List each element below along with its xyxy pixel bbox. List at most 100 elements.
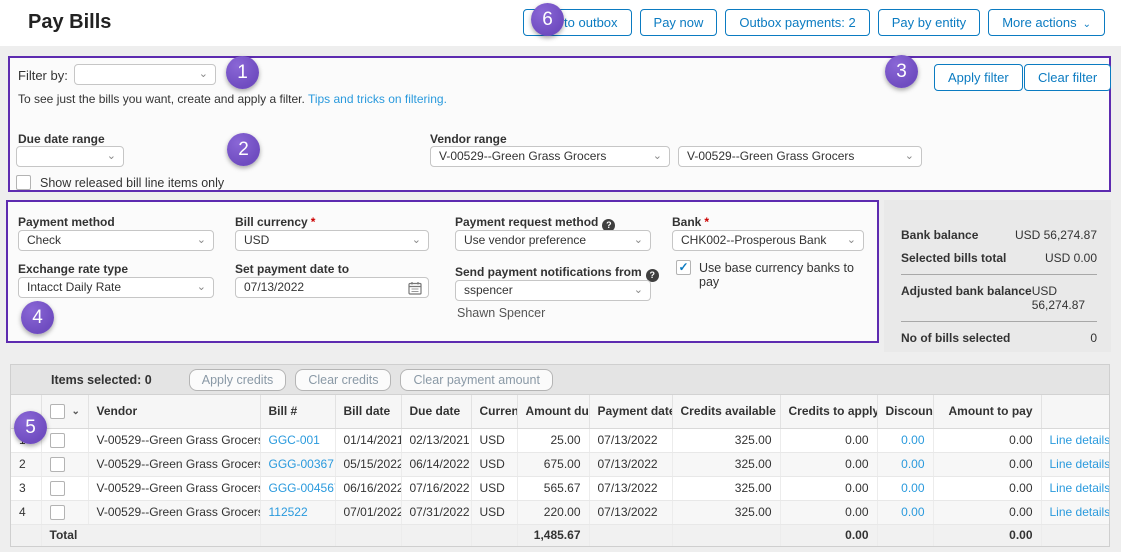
discounts-cell: 0.00 <box>877 476 933 500</box>
credits-to-apply-cell[interactable]: 0.00 <box>780 428 877 452</box>
bills-selected-value: 0 <box>1090 331 1097 345</box>
credits-to-apply-cell[interactable]: 0.00 <box>780 500 877 524</box>
bank-balance-label: Bank balance <box>901 228 978 242</box>
bill-currency-value: USD <box>244 233 269 247</box>
show-released-label: Show released bill line items only <box>40 176 224 190</box>
chevron-down-icon: ⌄ <box>199 65 208 84</box>
currency-header: Currency <box>471 395 517 428</box>
vendor-range-to-value: V-00529--Green Grass Grocers <box>687 149 854 163</box>
payment-method-select[interactable]: Check⌄ <box>18 230 214 251</box>
exchange-rate-type-select[interactable]: Intacct Daily Rate⌄ <box>18 277 214 298</box>
bill-number-header: Bill # <box>260 395 335 428</box>
bill-number-link[interactable]: GGG-0045678 <box>269 481 336 495</box>
vendor-cell: V-00529--Green Grass Grocers <box>88 500 260 524</box>
filter-by-label: Filter by: <box>18 68 68 83</box>
clear-payment-amount-button[interactable]: Clear payment amount <box>400 369 552 391</box>
outbox-payments-button[interactable]: Outbox payments: 2 <box>725 9 869 36</box>
payment-request-label-text: Payment request method <box>455 215 598 229</box>
total-label: Total <box>41 524 260 546</box>
line-details-cell: Line details <box>1041 500 1109 524</box>
discounts-link[interactable]: 0.00 <box>901 505 924 519</box>
pay-now-button[interactable]: Pay now <box>640 9 718 36</box>
payment-request-value: Use vendor preference <box>464 233 586 247</box>
chevron-down-icon: ⌄ <box>634 231 643 250</box>
amount-to-pay-cell[interactable]: 0.00 <box>933 500 1041 524</box>
select-all-header: ⌄ <box>41 395 88 428</box>
discounts-cell: 0.00 <box>877 452 933 476</box>
chevron-down-icon[interactable]: ⌄ <box>72 406 80 417</box>
send-notifications-select[interactable]: sspencer⌄ <box>455 280 651 301</box>
page-title: Pay Bills <box>28 11 111 34</box>
vendor-range-from-select[interactable]: V-00529--Green Grass Grocers⌄ <box>430 146 670 167</box>
apply-filter-button[interactable]: Apply filter <box>934 64 1023 91</box>
vendor-range-to-select[interactable]: V-00529--Green Grass Grocers⌄ <box>678 146 922 167</box>
pay-by-entity-button[interactable]: Pay by entity <box>878 9 980 36</box>
clear-credits-button[interactable]: Clear credits <box>295 369 391 391</box>
due-date-header: Due date <box>401 395 471 428</box>
line-details-link[interactable]: Line details <box>1050 457 1110 471</box>
line-details-link[interactable]: Line details <box>1050 433 1110 447</box>
payment-method-value: Check <box>27 233 61 247</box>
bank-select[interactable]: CHK002--Prosperous Bank⌄ <box>672 230 864 251</box>
notifications-user-fullname: Shawn Spencer <box>457 306 545 320</box>
bill-date-header: Bill date <box>335 395 401 428</box>
vendor-header: Vendor <box>88 395 260 428</box>
bills-selected-row: No of bills selected 0 <box>901 331 1097 345</box>
amount-due-header: Amount due <box>517 395 589 428</box>
bills-table: ⌄ Vendor Bill # Bill date Due date Curre… <box>11 395 1109 546</box>
bill-number-link[interactable]: 112522 <box>269 505 308 519</box>
bill-number-cell: GGG-00367 <box>260 452 335 476</box>
show-released-checkbox[interactable] <box>16 175 31 190</box>
callout-4: 4 <box>21 301 54 334</box>
discounts-header: Discounts <box>877 395 933 428</box>
row-select-cell <box>41 476 88 500</box>
credits-to-apply-cell[interactable]: 0.00 <box>780 452 877 476</box>
selected-bills-total-row: Selected bills total USD 0.00 <box>901 251 1097 265</box>
vendor-cell: V-00529--Green Grass Grocers <box>88 452 260 476</box>
select-all-checkbox[interactable] <box>50 404 65 419</box>
due-date-range-select[interactable]: ⌄ <box>16 146 124 167</box>
discounts-cell: 0.00 <box>877 428 933 452</box>
row-checkbox[interactable] <box>50 505 65 520</box>
clear-filter-button[interactable]: Clear filter <box>1024 64 1111 91</box>
discounts-link[interactable]: 0.00 <box>901 433 924 447</box>
bill-currency-select[interactable]: USD⌄ <box>235 230 429 251</box>
calendar-icon[interactable] <box>408 281 422 295</box>
divider <box>901 321 1097 322</box>
row-checkbox[interactable] <box>50 457 65 472</box>
discounts-link[interactable]: 0.00 <box>901 457 924 471</box>
adjusted-bank-balance-label: Adjusted bank balance <box>901 284 1032 298</box>
currency-cell: USD <box>471 476 517 500</box>
bank-balance-panel: Bank balance USD 56,274.87 Selected bill… <box>884 200 1111 352</box>
row-checkbox[interactable] <box>50 481 65 496</box>
filter-tips-link[interactable]: Tips and tricks on filtering. <box>308 92 447 106</box>
bill-number-cell: 112522 <box>260 500 335 524</box>
apply-credits-button[interactable]: Apply credits <box>189 369 287 391</box>
exchange-rate-type-label: Exchange rate type <box>18 262 128 276</box>
filter-by-select[interactable]: ⌄ <box>74 64 216 85</box>
amount-to-pay-cell[interactable]: 0.00 <box>933 428 1041 452</box>
bill-number-cell: GGG-0045678 <box>260 476 335 500</box>
amount-to-pay-cell[interactable]: 0.00 <box>933 476 1041 500</box>
required-asterisk: * <box>311 215 316 229</box>
use-base-currency-checkbox[interactable]: ✓ <box>676 260 691 275</box>
currency-cell: USD <box>471 500 517 524</box>
line-details-link[interactable]: Line details <box>1050 505 1110 519</box>
table-header-row: ⌄ Vendor Bill # Bill date Due date Curre… <box>11 395 1109 428</box>
payment-request-method-select[interactable]: Use vendor preference ⌄ <box>455 230 651 251</box>
line-details-cell: Line details <box>1041 476 1109 500</box>
more-actions-button[interactable]: More actions⌄ <box>988 9 1105 36</box>
due-date-cell: 02/13/2021 <box>401 428 471 452</box>
callout-3: 3 <box>885 55 918 88</box>
credits-to-apply-cell[interactable]: 0.00 <box>780 476 877 500</box>
row-checkbox[interactable] <box>50 433 65 448</box>
amount-to-pay-cell[interactable]: 0.00 <box>933 452 1041 476</box>
bill-number-link[interactable]: GGG-00367 <box>269 457 334 471</box>
more-actions-label: More actions <box>1002 15 1076 30</box>
line-details-link[interactable]: Line details <box>1050 481 1110 495</box>
exchange-rate-value: Intacct Daily Rate <box>27 280 121 294</box>
discounts-cell: 0.00 <box>877 500 933 524</box>
bill-number-link[interactable]: GGC-001 <box>269 433 320 447</box>
payment-date-input[interactable]: 07/13/2022 <box>235 277 429 298</box>
discounts-link[interactable]: 0.00 <box>901 481 924 495</box>
